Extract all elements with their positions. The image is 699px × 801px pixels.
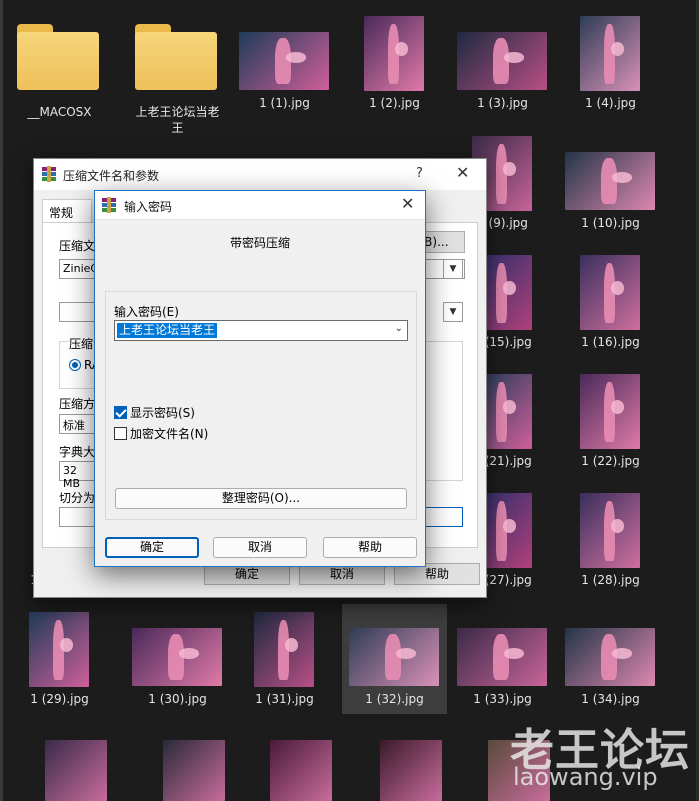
password-help-button[interactable]: 帮助 [323, 537, 417, 558]
file-name-label: 1 (29).jpg [30, 692, 89, 706]
show-password-label: 显示密码(S) [130, 406, 195, 420]
chevron-down-icon[interactable]: ⌄ [395, 323, 403, 334]
password-input[interactable]: 上老王论坛当老王 ⌄ [114, 320, 408, 341]
file-item[interactable]: 1 (29).jpg [7, 604, 112, 714]
password-cancel-button[interactable]: 取消 [213, 537, 307, 558]
file-name-label: 1 (4).jpg [585, 96, 636, 110]
file-item[interactable]: 1 (33).jpg [450, 604, 555, 714]
close-icon[interactable]: ✕ [401, 194, 414, 213]
image-thumbnail [132, 628, 222, 686]
password-heading: 带密码压缩 [229, 236, 290, 250]
file-item[interactable]: 1 (31).jpg [232, 604, 337, 714]
file-name-label: 1 (30).jpg [148, 692, 207, 706]
file-name-label: 上老王论坛当老王 [135, 105, 220, 135]
password-value: 上老王论坛当老王 [117, 323, 218, 338]
file-name-label: 1 (1).jpg [259, 96, 310, 110]
file-item[interactable]: 1 (30).jpg [125, 604, 230, 714]
image-thumbnail[interactable] [380, 740, 442, 801]
archive-dialog-titlebar[interactable]: 压缩文件名和参数 ? ✕ [34, 159, 486, 190]
file-name-label: 1 (34).jpg [581, 692, 640, 706]
image-thumbnail [565, 628, 655, 686]
image-thumbnail [580, 493, 640, 568]
split-combo[interactable] [59, 507, 99, 527]
split-combo-tail[interactable] [423, 507, 463, 527]
archive-name-field[interactable]: ZinieQ [59, 259, 99, 279]
file-item[interactable]: 1 (2).jpg [342, 8, 447, 118]
folder-icon [133, 24, 219, 90]
rar-radio[interactable] [69, 359, 81, 371]
archive-dialog-title: 压缩文件名和参数 [63, 169, 160, 183]
show-password-checkbox[interactable] [114, 406, 127, 419]
organize-passwords-button[interactable]: 整理密码(O)... [115, 488, 407, 509]
chevron-down-icon[interactable]: ▼ [443, 259, 463, 279]
file-item[interactable]: 1 (16).jpg [558, 247, 663, 357]
method-label: 压缩方 [59, 397, 96, 411]
image-thumbnail [364, 16, 424, 91]
file-item[interactable]: 1 (1).jpg [232, 8, 337, 118]
left-edge-strip [0, 0, 3, 801]
image-thumbnail [457, 628, 547, 686]
method-combo[interactable]: 标准 [59, 414, 99, 434]
password-dialog-titlebar[interactable]: 输入密码 ✕ [95, 191, 425, 220]
file-name-label: __MACOSX [27, 105, 92, 119]
dict-combo[interactable]: 32 MB [59, 461, 99, 490]
file-name-label: 1 (16).jpg [581, 335, 640, 349]
file-name-label: 1 (28).jpg [581, 573, 640, 587]
image-thumbnail [565, 152, 655, 210]
image-thumbnail [239, 32, 329, 90]
folder-icon [15, 24, 101, 90]
file-name-label: 1 (33).jpg [473, 692, 532, 706]
password-label: 输入密码(E) [114, 305, 179, 319]
image-thumbnail [457, 32, 547, 90]
image-thumbnail [580, 374, 640, 449]
dict-label: 字典大 [59, 445, 96, 459]
file-name-label: 1 (10).jpg [581, 216, 640, 230]
file-item[interactable]: 1 (3).jpg [450, 8, 555, 118]
format-group-label: 压缩 [69, 335, 94, 352]
encrypt-names-checkbox[interactable] [114, 427, 127, 440]
file-item[interactable]: 1 (4).jpg [558, 8, 663, 118]
file-item[interactable]: 1 (22).jpg [558, 366, 663, 476]
tab-general[interactable]: 常规 [42, 199, 92, 223]
file-name-label: 1 (3).jpg [477, 96, 528, 110]
password-groupbox: 输入密码(E) 上老王论坛当老王 ⌄ 显示密码(S) 加密文件名(N) 整理密码… [105, 291, 417, 520]
password-ok-button[interactable]: 确定 [105, 537, 199, 558]
file-item[interactable]: 1 (28).jpg [558, 485, 663, 595]
image-thumbnail[interactable] [270, 740, 332, 801]
password-dialog: 输入密码 ✕ 带密码压缩 输入密码(E) 上老王论坛当老王 ⌄ 显示密码(S) … [94, 190, 426, 567]
chevron-down-icon[interactable]: ▼ [443, 302, 463, 322]
file-name-label: 1 (32).jpg [365, 692, 424, 706]
file-item[interactable]: 1 (10).jpg [558, 128, 663, 238]
encrypt-names-row[interactable]: 加密文件名(N) [114, 425, 208, 442]
profile-combo[interactable] [59, 302, 99, 322]
image-thumbnail [29, 612, 89, 687]
watermark-url: laowang.vip [513, 763, 658, 791]
encrypt-names-label: 加密文件名(N) [130, 427, 209, 441]
image-thumbnail[interactable] [45, 740, 107, 801]
archive-name-label: 压缩文 [59, 239, 96, 253]
file-name-label: 1 (2).jpg [369, 96, 420, 110]
close-icon[interactable]: ✕ [456, 163, 469, 182]
image-thumbnail [349, 628, 439, 686]
image-thumbnail [580, 255, 640, 330]
split-label: 切分为 [59, 491, 96, 505]
file-name-label: 1 (31).jpg [255, 692, 314, 706]
file-item[interactable]: 1 (34).jpg [558, 604, 663, 714]
file-item[interactable]: 1 (32).jpg [342, 604, 447, 714]
winrar-icon [102, 197, 116, 213]
folder-item[interactable]: __MACOSX [7, 8, 112, 119]
file-name-label: 1 (22).jpg [581, 454, 640, 468]
folder-item[interactable]: 上老王论坛当老王 [125, 8, 230, 135]
password-dialog-title: 输入密码 [124, 200, 173, 214]
show-password-row[interactable]: 显示密码(S) [114, 404, 195, 421]
image-thumbnail [580, 16, 640, 91]
image-thumbnail[interactable] [163, 740, 225, 801]
help-icon[interactable]: ? [416, 166, 423, 181]
winrar-icon [42, 166, 56, 182]
image-thumbnail [254, 612, 314, 687]
